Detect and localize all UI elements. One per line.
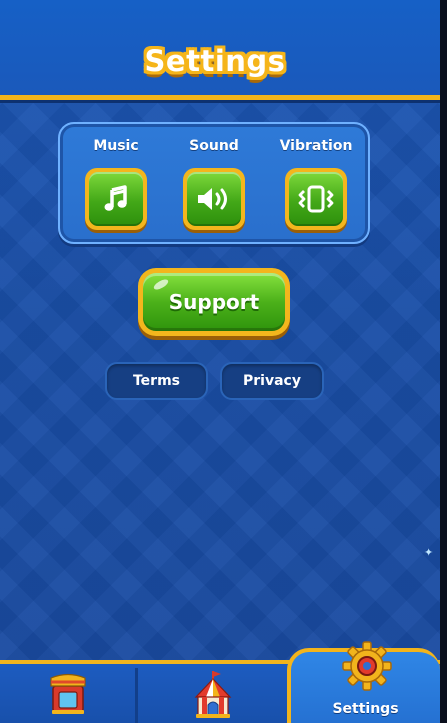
vibration-label: Vibration: [279, 138, 353, 154]
right-edge-strip: [440, 0, 447, 723]
nav-tab-events[interactable]: [138, 664, 287, 723]
vibration-toggle-group: Vibration: [276, 138, 356, 230]
page-title: Settings: [144, 44, 286, 78]
circus-tent-icon: [194, 670, 231, 718]
shop-icon: [49, 673, 86, 714]
audio-settings-panel: Music Sound Vibration: [58, 122, 370, 244]
music-toggle-group: Music: [76, 138, 156, 230]
support-label: Support: [168, 290, 260, 314]
vibration-toggle-button[interactable]: [285, 168, 347, 230]
support-button[interactable]: Support: [138, 268, 290, 336]
sound-toggle-button[interactable]: [183, 168, 245, 230]
gear-icon-wrap: [341, 640, 393, 692]
nav-tab-settings[interactable]: Settings: [287, 641, 440, 723]
privacy-label: Privacy: [243, 373, 301, 389]
music-note-icon: [104, 185, 127, 211]
shine-highlight: [152, 277, 170, 292]
settings-screen: Settings Music Sound Vibration Support T…: [0, 0, 440, 723]
terms-label: Terms: [132, 373, 180, 389]
terms-button[interactable]: Terms: [105, 362, 208, 400]
sound-label: Sound: [189, 138, 239, 154]
gear-icon: [342, 641, 392, 691]
music-toggle-button[interactable]: [85, 168, 147, 230]
speaker-icon: [198, 188, 227, 210]
sound-toggle-group: Sound: [174, 138, 254, 230]
vibration-icon: [298, 185, 334, 213]
nav-tab-settings-label: Settings: [332, 701, 399, 717]
header-bar: Settings: [0, 0, 440, 100]
music-label: Music: [93, 138, 139, 154]
privacy-button[interactable]: Privacy: [220, 362, 324, 400]
sparkle-icon: ✦: [424, 546, 434, 559]
nav-tab-shop[interactable]: [0, 664, 135, 723]
